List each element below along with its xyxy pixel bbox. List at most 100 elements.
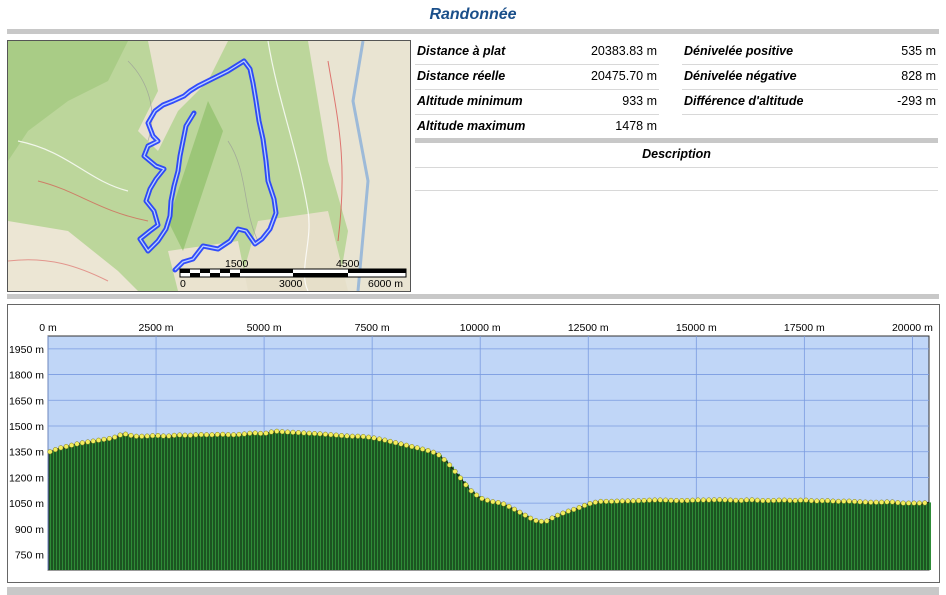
elevation-point[interactable] <box>112 434 118 440</box>
elevation-point[interactable] <box>673 498 679 504</box>
elevation-point[interactable] <box>922 500 928 506</box>
elevation-point[interactable] <box>684 497 690 504</box>
elevation-point[interactable] <box>533 518 539 524</box>
elevation-point[interactable] <box>85 439 91 445</box>
elevation-point[interactable] <box>322 431 328 437</box>
elevation-point[interactable] <box>274 428 280 434</box>
elevation-point[interactable] <box>776 497 782 503</box>
elevation-point[interactable] <box>846 498 852 504</box>
elevation-point[interactable] <box>879 499 885 505</box>
elevation-point[interactable] <box>700 497 706 503</box>
elevation-point[interactable] <box>641 497 647 504</box>
elevation-point[interactable] <box>79 440 85 446</box>
elevation-point[interactable] <box>171 432 177 438</box>
elevation-point[interactable] <box>479 496 485 502</box>
elevation-point[interactable] <box>906 500 912 506</box>
elevation-point[interactable] <box>760 498 766 504</box>
elevation-point[interactable] <box>47 449 53 455</box>
elevation-point[interactable] <box>187 432 193 438</box>
elevation-point[interactable] <box>798 497 804 503</box>
elevation-point[interactable] <box>663 497 669 503</box>
elevation-point[interactable] <box>155 433 161 439</box>
elevation-point[interactable] <box>123 431 129 437</box>
elevation-point[interactable] <box>614 498 620 504</box>
elevation-point[interactable] <box>333 432 339 438</box>
elevation-point[interactable] <box>511 506 517 512</box>
elevation-point[interactable] <box>771 497 777 504</box>
elevation-point[interactable] <box>398 441 404 447</box>
elevation-point[interactable] <box>133 433 139 439</box>
elevation-point[interactable] <box>457 475 463 481</box>
elevation-point[interactable] <box>106 435 112 442</box>
elevation-point[interactable] <box>247 430 253 436</box>
elevation-point[interactable] <box>387 438 393 444</box>
elevation-point[interactable] <box>160 433 166 439</box>
elevation-point[interactable] <box>117 432 123 438</box>
elevation-point[interactable] <box>139 433 145 439</box>
elevation-point[interactable] <box>711 497 717 503</box>
elevation-point[interactable] <box>198 432 204 438</box>
elevation-point[interactable] <box>835 498 841 504</box>
elevation-point[interactable] <box>916 500 922 506</box>
elevation-point[interactable] <box>447 462 453 468</box>
elevation-point[interactable] <box>220 431 226 437</box>
elevation-point[interactable] <box>549 515 555 521</box>
elevation-point[interactable] <box>101 436 107 442</box>
elevation-point[interactable] <box>204 432 210 438</box>
elevation-point[interactable] <box>295 430 301 436</box>
elevation-point[interactable] <box>452 468 458 474</box>
elevation-point[interactable] <box>360 433 366 440</box>
elevation-point[interactable] <box>506 504 512 510</box>
elevation-point[interactable] <box>738 497 744 503</box>
elevation-point[interactable] <box>495 500 501 506</box>
elevation-point[interactable] <box>177 432 183 438</box>
elevation-point[interactable] <box>306 430 312 436</box>
elevation-point[interactable] <box>852 498 858 505</box>
elevation-point[interactable] <box>409 444 415 450</box>
elevation-point[interactable] <box>328 432 334 438</box>
elevation-point[interactable] <box>355 433 361 439</box>
elevation-point[interactable] <box>236 431 242 438</box>
elevation-point[interactable] <box>74 441 80 447</box>
elevation-point[interactable] <box>301 430 307 436</box>
elevation-point[interactable] <box>657 497 663 503</box>
elevation-point[interactable] <box>646 497 652 503</box>
elevation-point[interactable] <box>862 499 868 505</box>
elevation-point[interactable] <box>754 497 760 503</box>
elevation-point[interactable] <box>279 429 285 435</box>
elevation-point[interactable] <box>290 429 296 435</box>
elevation-point[interactable] <box>717 497 723 503</box>
elevation-point[interactable] <box>268 429 274 435</box>
elevation-point[interactable] <box>150 433 156 439</box>
elevation-point[interactable] <box>528 515 534 521</box>
elevation-point[interactable] <box>571 506 577 512</box>
elevation-point[interactable] <box>349 433 355 439</box>
elevation-profile[interactable]: 0 m 2500 m 5000 m 7500 m 10000 m 12500 m 15000… <box>7 304 940 583</box>
elevation-point[interactable] <box>733 497 739 503</box>
elevation-point[interactable] <box>825 498 831 504</box>
elevation-point[interactable] <box>144 433 150 439</box>
elevation-point[interactable] <box>69 442 75 448</box>
elevation-point[interactable] <box>474 492 480 498</box>
elevation-point[interactable] <box>911 500 917 506</box>
elevation-point[interactable] <box>652 497 658 503</box>
elevation-point[interactable] <box>598 498 604 504</box>
elevation-point[interactable] <box>857 499 863 505</box>
elevation-point[interactable] <box>619 498 625 504</box>
elevation-point[interactable] <box>241 431 247 437</box>
elevation-point[interactable] <box>231 432 237 438</box>
elevation-point[interactable] <box>339 433 345 439</box>
elevation-point[interactable] <box>668 497 674 503</box>
elevation-point[interactable] <box>636 498 642 504</box>
elevation-point[interactable] <box>830 498 836 504</box>
elevation-point[interactable] <box>258 430 264 436</box>
elevation-point[interactable] <box>430 449 436 455</box>
elevation-point[interactable] <box>625 498 631 504</box>
elevation-point[interactable] <box>317 431 323 437</box>
elevation-point[interactable] <box>403 442 409 448</box>
elevation-point[interactable] <box>214 431 220 437</box>
elevation-point[interactable] <box>484 497 490 503</box>
elevation-point[interactable] <box>63 443 69 450</box>
elevation-point[interactable] <box>765 498 771 504</box>
elevation-point[interactable] <box>630 498 636 504</box>
